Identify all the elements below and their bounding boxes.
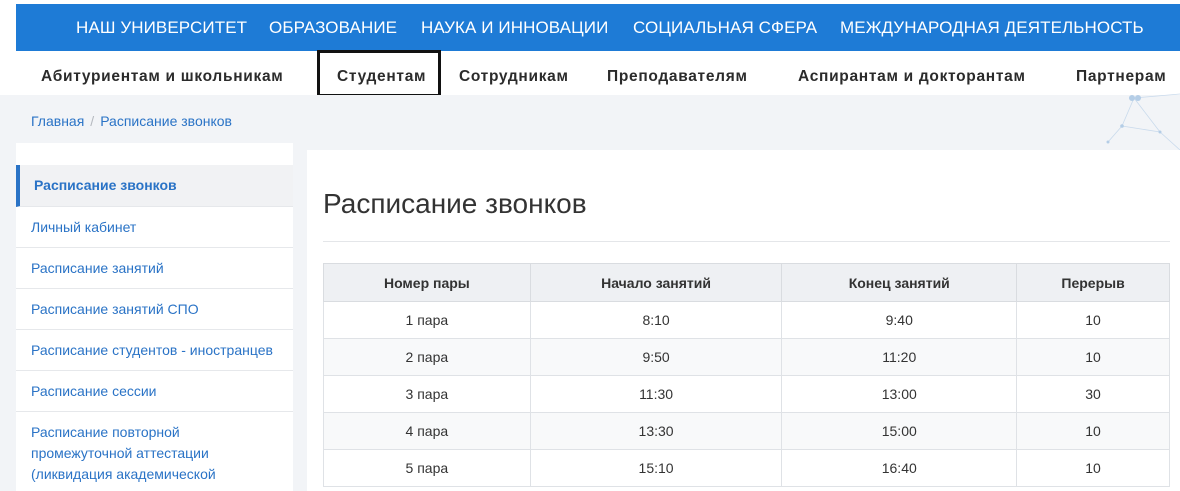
subnav-teachers[interactable]: Преподавателям	[607, 58, 748, 95]
sidebar-item-class-schedule[interactable]: Расписание занятий	[16, 248, 293, 289]
table-row: 3 пара 11:30 13:00 30	[323, 375, 1170, 413]
sidebar-item-spo-schedule[interactable]: Расписание занятий СПО	[16, 289, 293, 330]
top-nav-science[interactable]: НАУКА И ИННОВАЦИИ	[421, 4, 608, 51]
table-row: 4 пара 13:30 15:00 10	[323, 412, 1170, 450]
header-pair-number: Номер пары	[323, 263, 531, 302]
subnav-partners[interactable]: Партнерам	[1076, 58, 1166, 95]
breadcrumb-separator: /	[90, 113, 95, 129]
sidebar-item-foreign-students-schedule[interactable]: Расписание студентов - иностранцев	[16, 330, 293, 371]
cell-start-time: 11:30	[529, 375, 783, 413]
header-end-time: Конец занятий	[781, 263, 1018, 302]
subnav-staff[interactable]: Сотрудникам	[459, 58, 569, 95]
cell-pair-number: 4 пара	[323, 412, 531, 450]
cell-end-time: 9:40	[781, 301, 1018, 339]
network-decoration-icon	[1106, 93, 1180, 150]
cell-end-time: 15:00	[781, 412, 1018, 450]
sidebar-item-personal-account[interactable]: Личный кабинет	[16, 207, 293, 248]
title-divider	[323, 241, 1170, 242]
cell-start-time: 8:10	[529, 301, 783, 339]
cell-pair-number: 2 пара	[323, 338, 531, 376]
bell-schedule-table: Номер пары Начало занятий Конец занятий …	[323, 263, 1170, 487]
cell-break: 10	[1016, 412, 1170, 450]
cell-end-time: 11:20	[781, 338, 1018, 376]
header-break: Перерыв	[1016, 263, 1170, 302]
table-row: 1 пара 8:10 9:40 10	[323, 301, 1170, 339]
sidebar-item-bell-schedule[interactable]: Расписание звонков	[16, 165, 293, 207]
audience-navigation: Абитуриентам и школьникам Студентам Сотр…	[0, 58, 1180, 95]
cell-break: 30	[1016, 375, 1170, 413]
sidebar-item-session-schedule[interactable]: Расписание сессии	[16, 371, 293, 412]
header-start-time: Начало занятий	[529, 263, 783, 302]
top-nav-education[interactable]: ОБРАЗОВАНИЕ	[269, 4, 397, 51]
breadcrumb-current: Расписание звонков	[100, 113, 232, 129]
cell-end-time: 16:40	[781, 449, 1018, 487]
breadcrumb-home-link[interactable]: Главная	[31, 113, 84, 129]
cell-pair-number: 5 пара	[323, 449, 531, 487]
top-nav-our-university[interactable]: НАШ УНИВЕРСИТЕТ	[76, 4, 247, 51]
cell-break: 10	[1016, 301, 1170, 339]
cell-pair-number: 3 пара	[323, 375, 531, 413]
cell-break: 10	[1016, 449, 1170, 487]
subnav-selection-frame	[317, 50, 441, 97]
cell-start-time: 13:30	[529, 412, 783, 450]
cell-end-time: 13:00	[781, 375, 1018, 413]
table-row: 2 пара 9:50 11:20 10	[323, 338, 1170, 376]
breadcrumb: Главная / Расписание звонков	[31, 111, 232, 131]
sidebar-menu: Расписание звонков Личный кабинет Распис…	[16, 143, 293, 491]
main-content: Расписание звонков Номер пары Начало зан…	[307, 150, 1180, 491]
cell-pair-number: 1 пара	[323, 301, 531, 339]
table-row: 5 пара 15:10 16:40 10	[323, 449, 1170, 487]
top-nav-international[interactable]: МЕЖДУНАРОДНАЯ ДЕЯТЕЛЬНОСТЬ	[840, 4, 1144, 51]
table-header-row: Номер пары Начало занятий Конец занятий …	[323, 263, 1170, 302]
cell-break: 10	[1016, 338, 1170, 376]
cell-start-time: 15:10	[529, 449, 783, 487]
page-title: Расписание звонков	[323, 188, 587, 219]
sidebar-item-reassessment-schedule[interactable]: Расписание повторной промежуточной аттес…	[16, 412, 293, 491]
top-navigation: НАШ УНИВЕРСИТЕТ ОБРАЗОВАНИЕ НАУКА И ИННО…	[16, 4, 1180, 51]
top-nav-social[interactable]: СОЦИАЛЬНАЯ СФЕРА	[633, 4, 817, 51]
subnav-applicants[interactable]: Абитуриентам и школьникам	[41, 58, 283, 95]
cell-start-time: 9:50	[529, 338, 783, 376]
subnav-postgraduates[interactable]: Аспирантам и докторантам	[798, 58, 1026, 95]
